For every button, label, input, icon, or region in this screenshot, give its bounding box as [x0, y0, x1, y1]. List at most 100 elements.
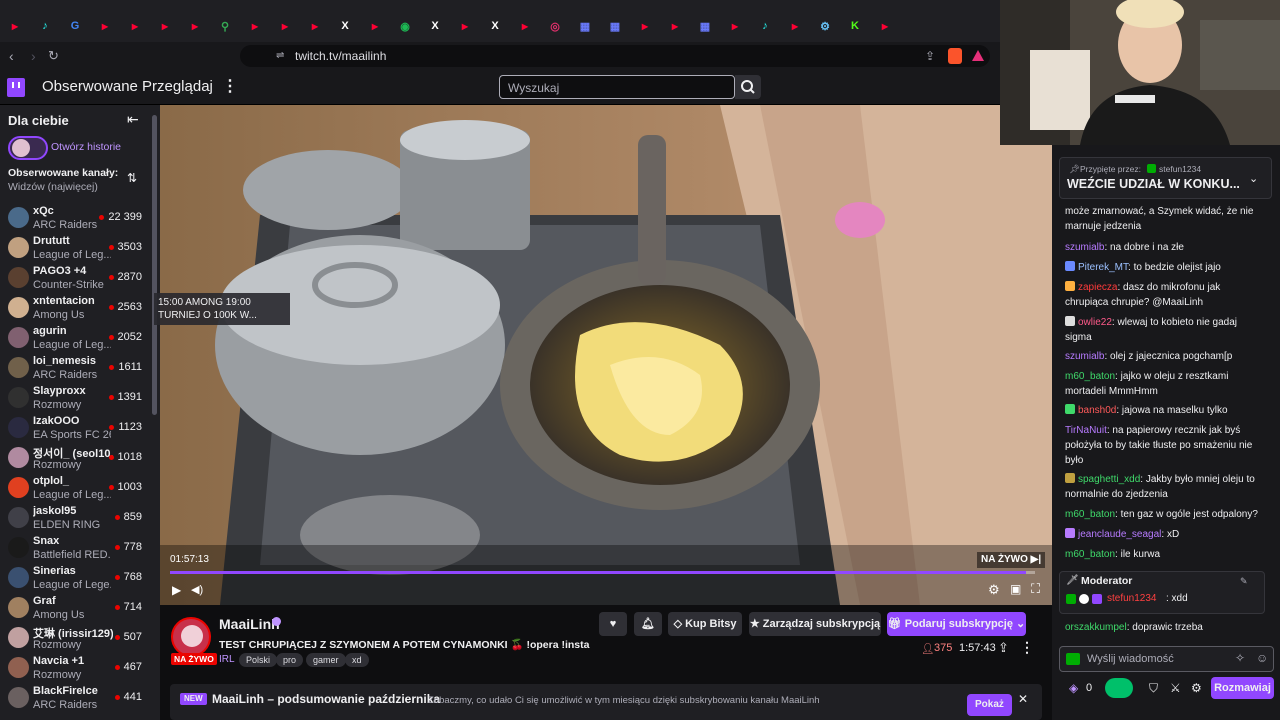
video-player[interactable]: 01:57:13 NA ŻYWO ▶| ▶ ◀) ⚙ ▣ ⛶: [160, 105, 1052, 605]
streamer-avatar[interactable]: [171, 617, 211, 657]
browser-tab-youtube-icon[interactable]: ▶: [275, 16, 295, 36]
more-options-icon[interactable]: ⋮: [1020, 639, 1034, 656]
browser-tab-youtube-icon[interactable]: ▶: [245, 16, 265, 36]
chat-user[interactable]: spaghetti_xdd: [1078, 474, 1140, 485]
moderator-user[interactable]: stefun1234: [1107, 593, 1157, 604]
stream-category[interactable]: IRL: [219, 654, 235, 665]
gift-subscription-button[interactable]: 🎁︎ Podaruj subskrypcję ⌄: [887, 612, 1026, 636]
browser-tab-app-icon[interactable]: ▦: [605, 16, 625, 36]
sidebar-channel[interactable]: BlackFireIce ARC Raiders 441: [0, 683, 150, 713]
sidebar-channel[interactable]: xQc ARC Raiders 22 399: [0, 203, 150, 233]
site-info-icon[interactable]: ⇌: [276, 50, 284, 61]
browser-tab-google-icon[interactable]: G: [65, 16, 85, 36]
reload-icon[interactable]: ↻: [48, 48, 59, 64]
volume-icon[interactable]: ◀): [191, 583, 203, 596]
magic-icon[interactable]: ✧: [1235, 651, 1245, 665]
video-progress-bar[interactable]: [170, 571, 1035, 574]
browser-tab-youtube-icon[interactable]: ▶: [665, 16, 685, 36]
sidebar-channel[interactable]: otplol_ League of Leg... 1003: [0, 473, 150, 503]
sidebar-channel[interactable]: Navcia +1 Rozmowy 467: [0, 653, 150, 683]
browser-tab-app-icon[interactable]: ▦: [695, 16, 715, 36]
expand-pin-icon[interactable]: ⌄: [1249, 172, 1258, 185]
sidebar-channel[interactable]: jaskol95 ELDEN RING 859: [0, 503, 150, 533]
browser-tab-youtube-icon[interactable]: ▶: [785, 16, 805, 36]
sidebar-channel[interactable]: Graf Among Us 714: [0, 593, 150, 623]
sidebar-channel[interactable]: Slayproxx Rozmowy 1391: [0, 383, 150, 413]
search-input[interactable]: Wyszukaj: [499, 75, 735, 99]
browser-tab-youtube-icon[interactable]: ▶: [875, 16, 895, 36]
chat-user[interactable]: m60_baton: [1065, 371, 1115, 382]
collapse-sidebar-icon[interactable]: ⇤: [127, 111, 139, 128]
browser-tab-maps-icon[interactable]: ⚲: [215, 16, 235, 36]
buy-bits-button[interactable]: ◇ Kup Bitsy: [668, 612, 742, 636]
theatre-mode-icon[interactable]: ▣: [1010, 582, 1021, 596]
browser-tab-tiktok-icon[interactable]: ♪: [35, 16, 55, 36]
chat-user[interactable]: m60_baton: [1065, 509, 1115, 520]
play-icon[interactable]: ▶: [172, 583, 181, 597]
search-button[interactable]: [735, 75, 761, 99]
follow-button[interactable]: ♥: [599, 612, 627, 636]
chat-user[interactable]: zapiecza: [1078, 282, 1117, 293]
sidebar-channel[interactable]: xntentacion Among Us 2563: [0, 293, 150, 323]
emote-icon[interactable]: ☺: [1256, 651, 1268, 665]
streamer-name[interactable]: MaaiLinh: [219, 616, 280, 632]
sidebar-channel[interactable]: PAGO3 +4 Counter-Strike 2870: [0, 263, 150, 293]
browser-tab-youtube-icon[interactable]: ▶: [185, 16, 205, 36]
points-claim-button[interactable]: [1105, 678, 1133, 698]
sidebar-channel[interactable]: agurin League of Leg... 2052: [0, 323, 150, 353]
back-icon[interactable]: ‹: [9, 48, 14, 64]
shield-icon[interactable]: ⛉: [1149, 681, 1158, 696]
chat-user[interactable]: jeanclaude_seagal: [1078, 529, 1161, 540]
browser-tab-youtube-icon[interactable]: ▶: [455, 16, 475, 36]
sidebar-channel[interactable]: 정서이_ (seol10... Rozmowy 1018: [0, 443, 150, 473]
share-stream-icon[interactable]: ⇪: [998, 640, 1009, 656]
browser-tab-spotify-icon[interactable]: ◉: [395, 16, 415, 36]
brave-shield-icon[interactable]: [948, 48, 962, 64]
more-menu-icon[interactable]: ⋮: [222, 76, 238, 96]
browser-tab-youtube-icon[interactable]: ▶: [725, 16, 745, 36]
sidebar-scrollbar[interactable]: [152, 115, 157, 415]
url-field[interactable]: ⇌ twitch.tv/maailinh: [240, 45, 990, 67]
brave-rewards-icon[interactable]: [972, 50, 984, 61]
chat-user[interactable]: m60_baton: [1065, 549, 1115, 560]
browser-tab-youtube-icon[interactable]: ▶: [95, 16, 115, 36]
sort-icon[interactable]: ⇅: [127, 171, 137, 185]
browser-tab-youtube-icon[interactable]: ▶: [125, 16, 145, 36]
browser-tab-youtube-icon[interactable]: ▶: [305, 16, 325, 36]
chat-send-button[interactable]: Rozmawiaj: [1211, 677, 1274, 699]
nav-followed[interactable]: Obserwowane: [42, 78, 138, 95]
chat-user[interactable]: szumialb: [1065, 242, 1104, 253]
browser-tab-steam-icon[interactable]: ⚙: [815, 16, 835, 36]
tag-1[interactable]: pro: [276, 653, 304, 667]
browser-tab-tiktok-icon[interactable]: ♪: [755, 16, 775, 36]
chat-user[interactable]: TirNaNuit: [1065, 425, 1107, 436]
close-banner-icon[interactable]: ✕: [1018, 692, 1028, 706]
sidebar-channel[interactable]: loi_nemesis ARC Raiders 1611: [0, 353, 150, 383]
browser-tab-x-icon[interactable]: X: [425, 16, 445, 36]
tag-2[interactable]: gamer: [306, 653, 346, 667]
browser-tab-youtube-icon[interactable]: ▶: [155, 16, 175, 36]
browser-tab-app-icon[interactable]: ▦: [575, 16, 595, 36]
sidebar-channel[interactable]: IzakOOO EA Sports FC 26 1123: [0, 413, 150, 443]
tag-0[interactable]: Polski: [239, 653, 278, 667]
channel-points-icon[interactable]: ◈: [1069, 681, 1078, 695]
browser-tab-youtube-icon[interactable]: ▶: [635, 16, 655, 36]
edit-icon[interactable]: ✎: [1240, 576, 1248, 587]
chat-user[interactable]: owlie22: [1078, 317, 1112, 328]
browser-tab-x-icon[interactable]: X: [485, 16, 505, 36]
fullscreen-icon[interactable]: ⛶: [1031, 581, 1040, 597]
twitch-logo-icon[interactable]: [7, 78, 25, 97]
chat-user[interactable]: szumialb: [1065, 351, 1104, 362]
manage-subscription-button[interactable]: ★ Zarządzaj subskrypcją: [749, 612, 881, 636]
chat-input[interactable]: Wyślij wiadomość ✧ ☺: [1059, 646, 1274, 672]
tag-3[interactable]: xd: [345, 653, 369, 667]
sidebar-channel[interactable]: 艾琳 (irissir129) Rozmowy 507: [0, 623, 150, 653]
settings-icon[interactable]: ⚙: [988, 582, 1000, 598]
banner-show-button[interactable]: Pokaż: [967, 694, 1012, 716]
browser-tab-youtube-icon[interactable]: ▶: [365, 16, 385, 36]
pinned-message[interactable]: 📌︎ Przypięte przez: stefun1234 WEŹCIE UD…: [1059, 157, 1272, 199]
browser-tab-youtube-icon[interactable]: ▶: [5, 16, 25, 36]
sidebar-channel[interactable]: Snax Battlefield RED... 778: [0, 533, 150, 563]
stories-label[interactable]: Otwórz historie: [51, 141, 121, 153]
sidebar-channel[interactable]: Sinerias League of Lege... 768: [0, 563, 150, 593]
